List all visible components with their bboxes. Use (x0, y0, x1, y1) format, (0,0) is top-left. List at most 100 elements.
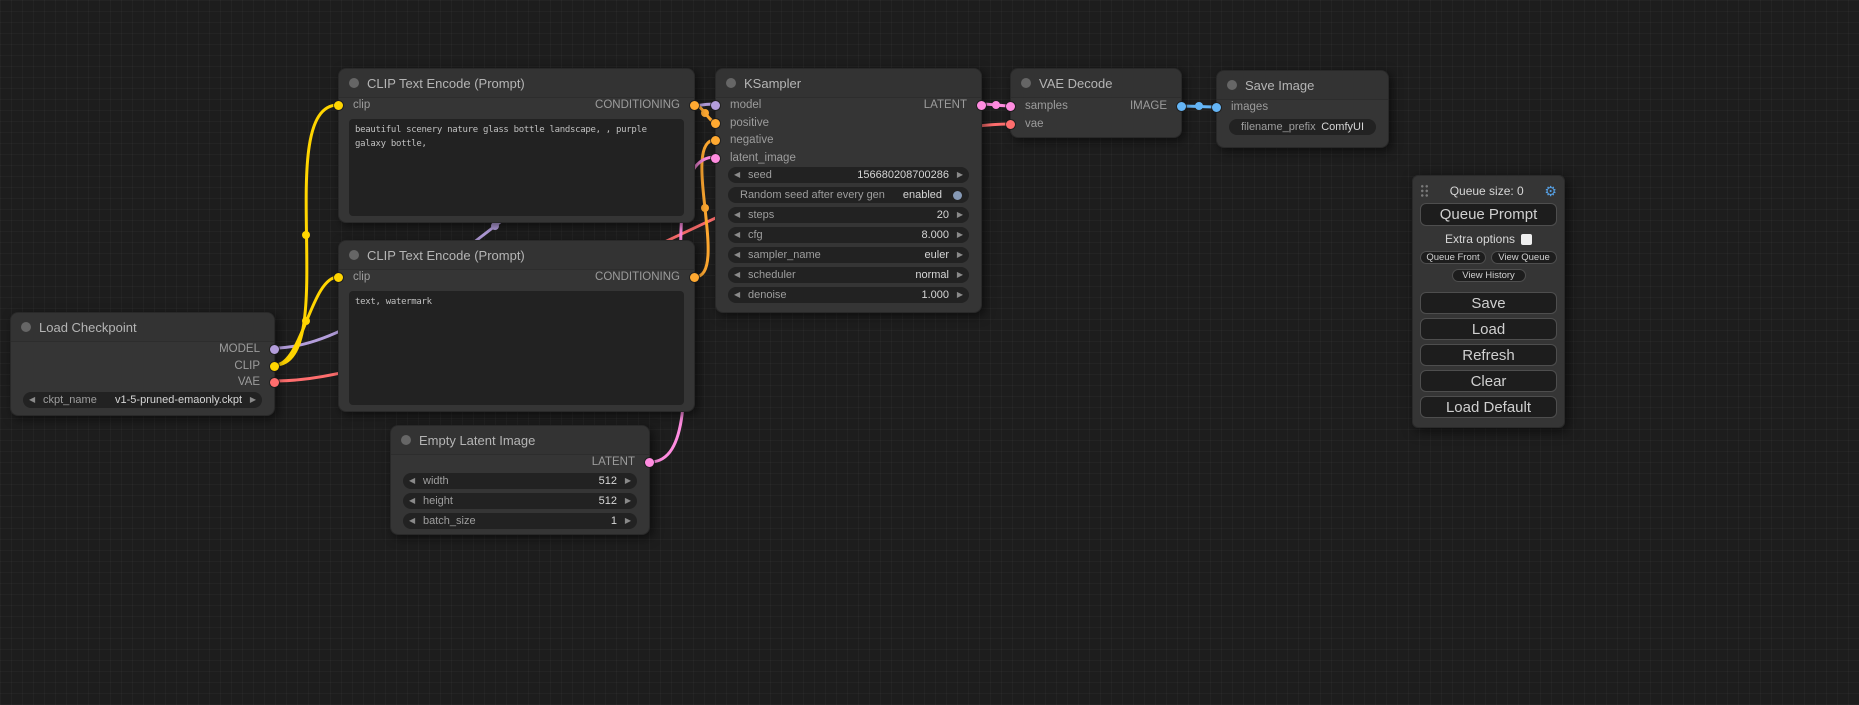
port-dot-conditioning[interactable] (711, 136, 720, 145)
port-dot-image[interactable] (1177, 102, 1186, 111)
widget-random-seed-toggle[interactable]: Random seed after every gen enabled (728, 187, 969, 203)
view-queue-button[interactable]: View Queue (1491, 251, 1557, 264)
arrow-right-icon[interactable]: ▶ (953, 267, 963, 283)
node-titlebar[interactable]: CLIP Text Encode (Prompt) (339, 241, 694, 270)
widget-filename-prefix[interactable]: filename_prefix ComfyUI (1229, 119, 1376, 135)
port-dot-clip[interactable] (270, 362, 279, 371)
node-titlebar[interactable]: Empty Latent Image (391, 426, 649, 455)
widget-steps[interactable]: ◀ steps 20 ▶ (728, 207, 969, 223)
view-history-button[interactable]: View History (1452, 269, 1526, 282)
port-dot-conditioning[interactable] (711, 119, 720, 128)
widget-label: sampler_name (748, 249, 821, 261)
widget-scheduler[interactable]: ◀ scheduler normal ▶ (728, 267, 969, 283)
arrow-right-icon[interactable]: ▶ (953, 247, 963, 263)
port-dot-conditioning[interactable] (690, 273, 699, 282)
widget-width[interactable]: ◀ width 512 ▶ (403, 473, 637, 489)
port-dot-latent[interactable] (1006, 102, 1015, 111)
port-dot-conditioning[interactable] (690, 101, 699, 110)
output-port-latent: LATENT (924, 97, 981, 114)
port-dot-image[interactable] (1212, 103, 1221, 112)
port-dot-latent[interactable] (977, 101, 986, 110)
port-dot-model[interactable] (270, 345, 279, 354)
widget-cfg[interactable]: ◀ cfg 8.000 ▶ (728, 227, 969, 243)
node-load-checkpoint[interactable]: Load Checkpoint MODEL CLIP VAE ◀ ckpt_na… (10, 312, 275, 416)
arrow-left-icon[interactable]: ◀ (734, 207, 744, 223)
prompt-textarea[interactable]: beautiful scenery nature glass bottle la… (349, 119, 684, 216)
collapse-dot-icon[interactable] (726, 78, 736, 88)
node-titlebar[interactable]: CLIP Text Encode (Prompt) (339, 69, 694, 98)
widget-sampler-name[interactable]: ◀ sampler_name euler ▶ (728, 247, 969, 263)
node-vae-decode[interactable]: VAE Decode samples IMAGE vae (1010, 68, 1182, 138)
port-dot-vae[interactable] (270, 378, 279, 387)
arrow-right-icon[interactable]: ▶ (621, 513, 631, 529)
node-titlebar[interactable]: VAE Decode (1011, 69, 1181, 98)
input-port-clip: clip (339, 269, 370, 286)
node-ksampler[interactable]: KSampler model LATENT positive negative … (715, 68, 982, 313)
load-default-button[interactable]: Load Default (1420, 396, 1557, 418)
widget-ckpt-name[interactable]: ◀ ckpt_name v1-5-pruned-emaonly.ckpt ▶ (23, 392, 262, 408)
save-button[interactable]: Save (1420, 292, 1557, 314)
widget-value: 1 (476, 515, 617, 527)
arrow-right-icon[interactable]: ▶ (953, 287, 963, 303)
arrow-left-icon[interactable]: ◀ (734, 167, 744, 183)
widget-value: ComfyUI (1316, 121, 1364, 133)
widget-denoise[interactable]: ◀ denoise 1.000 ▶ (728, 287, 969, 303)
node-titlebar[interactable]: Save Image (1217, 71, 1388, 100)
node-save-image[interactable]: Save Image images filename_prefix ComfyU… (1216, 70, 1389, 148)
port-dot-latent[interactable] (645, 458, 654, 467)
queue-front-button[interactable]: Queue Front (1420, 251, 1486, 264)
node-empty-latent-image[interactable]: Empty Latent Image LATENT ◀ width 512 ▶ … (390, 425, 650, 535)
load-button[interactable]: Load (1420, 318, 1557, 340)
arrow-right-icon[interactable]: ▶ (246, 392, 256, 408)
output-port-image: IMAGE (1130, 98, 1181, 115)
widget-height[interactable]: ◀ height 512 ▶ (403, 493, 637, 509)
collapse-dot-icon[interactable] (349, 250, 359, 260)
collapse-dot-icon[interactable] (401, 435, 411, 445)
port-dot-clip[interactable] (334, 273, 343, 282)
arrow-left-icon[interactable]: ◀ (409, 513, 419, 529)
collapse-dot-icon[interactable] (349, 78, 359, 88)
port-dot-model[interactable] (711, 101, 720, 110)
arrow-right-icon[interactable]: ▶ (621, 473, 631, 489)
port-dot-vae[interactable] (1006, 120, 1015, 129)
collapse-dot-icon[interactable] (21, 322, 31, 332)
node-titlebar[interactable]: KSampler (716, 69, 981, 98)
widget-label: seed (748, 169, 772, 181)
collapse-dot-icon[interactable] (1227, 80, 1237, 90)
queue-prompt-button[interactable]: Queue Prompt (1420, 203, 1557, 226)
arrow-right-icon[interactable]: ▶ (953, 167, 963, 183)
port-dot-clip[interactable] (334, 101, 343, 110)
extra-options-label: Extra options (1445, 232, 1515, 246)
wire-midpoint-dot (491, 222, 499, 230)
drag-handle-icon[interactable] (1420, 184, 1429, 198)
arrow-left-icon[interactable]: ◀ (734, 227, 744, 243)
gear-icon[interactable]: ⚙ (1544, 184, 1557, 198)
arrow-left-icon[interactable]: ◀ (734, 287, 744, 303)
arrow-right-icon[interactable]: ▶ (953, 227, 963, 243)
widget-seed[interactable]: ◀ seed 156680208700286 ▶ (728, 167, 969, 183)
arrow-right-icon[interactable]: ▶ (953, 207, 963, 223)
arrow-left-icon[interactable]: ◀ (29, 392, 39, 408)
clear-button[interactable]: Clear (1420, 370, 1557, 392)
node-titlebar[interactable]: Load Checkpoint (11, 313, 274, 342)
port-dot-latent[interactable] (711, 154, 720, 163)
node-clip-text-encode-positive[interactable]: CLIP Text Encode (Prompt) clip CONDITION… (338, 68, 695, 223)
port-label: CLIP (234, 358, 260, 375)
port-label: CONDITIONING (595, 269, 680, 286)
output-port-conditioning: CONDITIONING (595, 97, 694, 114)
toggle-knob-icon[interactable] (953, 191, 962, 200)
widget-label: batch_size (423, 515, 476, 527)
node-clip-text-encode-negative[interactable]: CLIP Text Encode (Prompt) clip CONDITION… (338, 240, 695, 412)
collapse-dot-icon[interactable] (1021, 78, 1031, 88)
refresh-button[interactable]: Refresh (1420, 344, 1557, 366)
arrow-left-icon[interactable]: ◀ (734, 247, 744, 263)
graph-canvas[interactable]: { "icons": { "arrow_left": "◀", "arrow_r… (0, 0, 1859, 705)
arrow-left-icon[interactable]: ◀ (409, 493, 419, 509)
widget-batch-size[interactable]: ◀ batch_size 1 ▶ (403, 513, 637, 529)
arrow-left-icon[interactable]: ◀ (409, 473, 419, 489)
output-port-conditioning: CONDITIONING (595, 269, 694, 286)
extra-options-checkbox[interactable] (1521, 234, 1532, 245)
prompt-textarea[interactable]: text, watermark (349, 291, 684, 405)
arrow-left-icon[interactable]: ◀ (734, 267, 744, 283)
arrow-right-icon[interactable]: ▶ (621, 493, 631, 509)
